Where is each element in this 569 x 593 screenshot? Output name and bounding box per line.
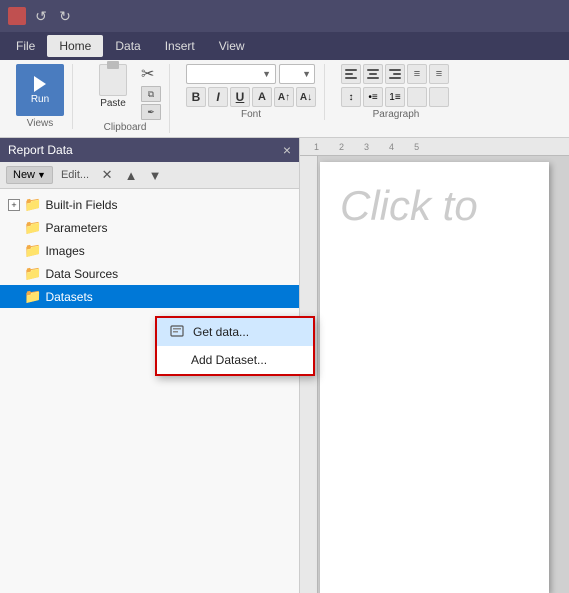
folder-icon: 📁 — [24, 242, 41, 259]
menu-data[interactable]: Data — [103, 35, 152, 57]
size-chevron-icon: ▼ — [302, 69, 311, 79]
align-right-button[interactable] — [385, 64, 405, 84]
context-menu: Get data... Add Dataset... — [155, 316, 315, 376]
edit-button[interactable]: Edit... — [57, 167, 93, 183]
format-painter-button[interactable]: ✒ — [141, 104, 161, 120]
click-to-text: Click to — [340, 182, 529, 230]
page-canvas[interactable]: Click to — [320, 162, 549, 593]
paragraph-group: ≡ ≡ ↕ •≡ 1≡ Paragraph — [333, 64, 459, 120]
run-button[interactable]: Run — [16, 64, 64, 116]
paste-area: Paste — [89, 64, 137, 109]
tree-item-parameters[interactable]: 📁 Parameters — [0, 216, 299, 239]
views-label: Views — [27, 118, 54, 129]
font-size-select[interactable]: ▼ — [279, 64, 315, 84]
canvas-area: 1 2 3 4 5 Click to — [300, 138, 569, 593]
report-toolbar: New ▼ Edit... ✕ ▲ ▼ — [0, 162, 299, 189]
tree-item-label: Parameters — [45, 221, 107, 235]
content-area: Report Data × New ▼ Edit... ✕ ▲ ▼ + 📁 Bu… — [0, 138, 569, 593]
tree-item-images[interactable]: 📁 Images — [0, 239, 299, 262]
tree: + 📁 Built-in Fields 📁 Parameters 📁 Image… — [0, 189, 299, 312]
outdent-button[interactable]: ≡ — [429, 64, 449, 84]
scissors-icon[interactable]: ✂ — [141, 64, 161, 84]
title-bar: ↺ ↻ — [0, 0, 569, 32]
context-menu-item-add-dataset[interactable]: Add Dataset... — [157, 346, 313, 374]
tree-item-builtin-fields[interactable]: + 📁 Built-in Fields — [0, 193, 299, 216]
paragraph-label: Paragraph — [373, 109, 420, 120]
run-label: Run — [31, 94, 49, 105]
add-dataset-icon — [169, 352, 183, 368]
context-item-label: Add Dataset... — [191, 353, 267, 367]
folder-icon: 📁 — [24, 219, 41, 236]
ruler-marks: 1 2 3 4 5 — [314, 142, 419, 152]
align-center-button[interactable] — [363, 64, 383, 84]
tree-item-label: Built-in Fields — [45, 198, 117, 212]
clipboard-small-btns: ✂ ⧉ ✒ — [141, 64, 161, 120]
report-panel-title: Report Data — [8, 143, 73, 157]
tree-item-label: Datasets — [45, 290, 92, 304]
menu-home[interactable]: Home — [47, 35, 103, 57]
font-size-grow-button[interactable]: A↑ — [274, 87, 294, 107]
redo-button[interactable]: ↻ — [56, 7, 74, 25]
font-size-shrink-button[interactable]: A↓ — [296, 87, 316, 107]
font-controls: ▼ ▼ B I U A A↑ A↓ — [186, 64, 316, 107]
report-panel: Report Data × New ▼ Edit... ✕ ▲ ▼ + 📁 Bu… — [0, 138, 300, 593]
italic-button[interactable]: I — [208, 87, 228, 107]
tree-item-label: Data Sources — [45, 267, 118, 281]
close-panel-button[interactable]: × — [283, 142, 291, 158]
move-down-button[interactable]: ▼ — [145, 165, 165, 185]
font-color-button[interactable]: A — [252, 87, 272, 107]
ruler-horizontal: 1 2 3 4 5 — [300, 138, 569, 156]
line-spacing-button[interactable]: ↕ — [341, 87, 361, 107]
tree-item-datasets[interactable]: 📁 Datasets — [0, 285, 299, 308]
copy-button[interactable]: ⧉ — [141, 86, 161, 102]
chevron-icon: ▼ — [262, 69, 271, 79]
context-item-label: Get data... — [193, 325, 249, 339]
tree-item-datasources[interactable]: 📁 Data Sources — [0, 262, 299, 285]
undo-button[interactable]: ↺ — [32, 7, 50, 25]
report-panel-header: Report Data × — [0, 138, 299, 162]
menu-bar: File Home Data Insert View — [0, 32, 569, 60]
align-left-icon — [345, 69, 357, 79]
views-group: Run Views — [8, 64, 73, 129]
tree-item-label: Images — [45, 244, 84, 258]
underline-button[interactable]: U — [230, 87, 250, 107]
menu-view[interactable]: View — [207, 35, 257, 57]
run-icon — [34, 76, 46, 92]
align-left-button[interactable] — [341, 64, 361, 84]
folder-icon: 📁 — [24, 265, 41, 282]
paste-icon — [99, 64, 127, 96]
menu-file[interactable]: File — [4, 35, 47, 57]
align-right-icon — [389, 69, 401, 79]
expand-icon[interactable]: + — [8, 199, 20, 211]
font-format-row: B I U A A↑ A↓ — [186, 87, 316, 107]
get-data-icon — [169, 324, 185, 340]
clipboard-top: Paste ✂ ⧉ ✒ — [89, 64, 161, 120]
para-controls: ≡ ≡ ↕ •≡ 1≡ — [341, 64, 451, 107]
align-center-icon — [367, 69, 379, 79]
app-icon — [8, 7, 26, 25]
clipboard-label: Clipboard — [104, 122, 147, 133]
para-row-1: ≡ ≡ — [341, 64, 451, 84]
paste-label: Paste — [100, 98, 126, 109]
placeholder-btn4[interactable] — [407, 87, 427, 107]
new-button[interactable]: New ▼ — [6, 166, 53, 184]
para-row-2: ↕ •≡ 1≡ — [341, 87, 451, 107]
context-menu-item-get-data[interactable]: Get data... — [157, 318, 313, 346]
bold-button[interactable]: B — [186, 87, 206, 107]
font-row-1: ▼ ▼ — [186, 64, 316, 84]
menu-insert[interactable]: Insert — [153, 35, 207, 57]
ribbon: Run Views Paste ✂ ⧉ ✒ Clipboard ▼ — [0, 60, 569, 138]
numbers-button[interactable]: 1≡ — [385, 87, 405, 107]
bullets-button[interactable]: •≡ — [363, 87, 383, 107]
move-up-button[interactable]: ▲ — [121, 165, 141, 185]
clipboard-group: Paste ✂ ⧉ ✒ Clipboard — [81, 64, 170, 133]
folder-icon: 📁 — [24, 196, 41, 213]
font-family-select[interactable]: ▼ — [186, 64, 276, 84]
folder-icon: 📁 — [24, 288, 41, 305]
indent-button[interactable]: ≡ — [407, 64, 427, 84]
placeholder-btn5[interactable] — [429, 87, 449, 107]
delete-button[interactable]: ✕ — [97, 165, 117, 185]
font-label: Font — [241, 109, 261, 120]
font-group: ▼ ▼ B I U A A↑ A↓ Font — [178, 64, 325, 120]
